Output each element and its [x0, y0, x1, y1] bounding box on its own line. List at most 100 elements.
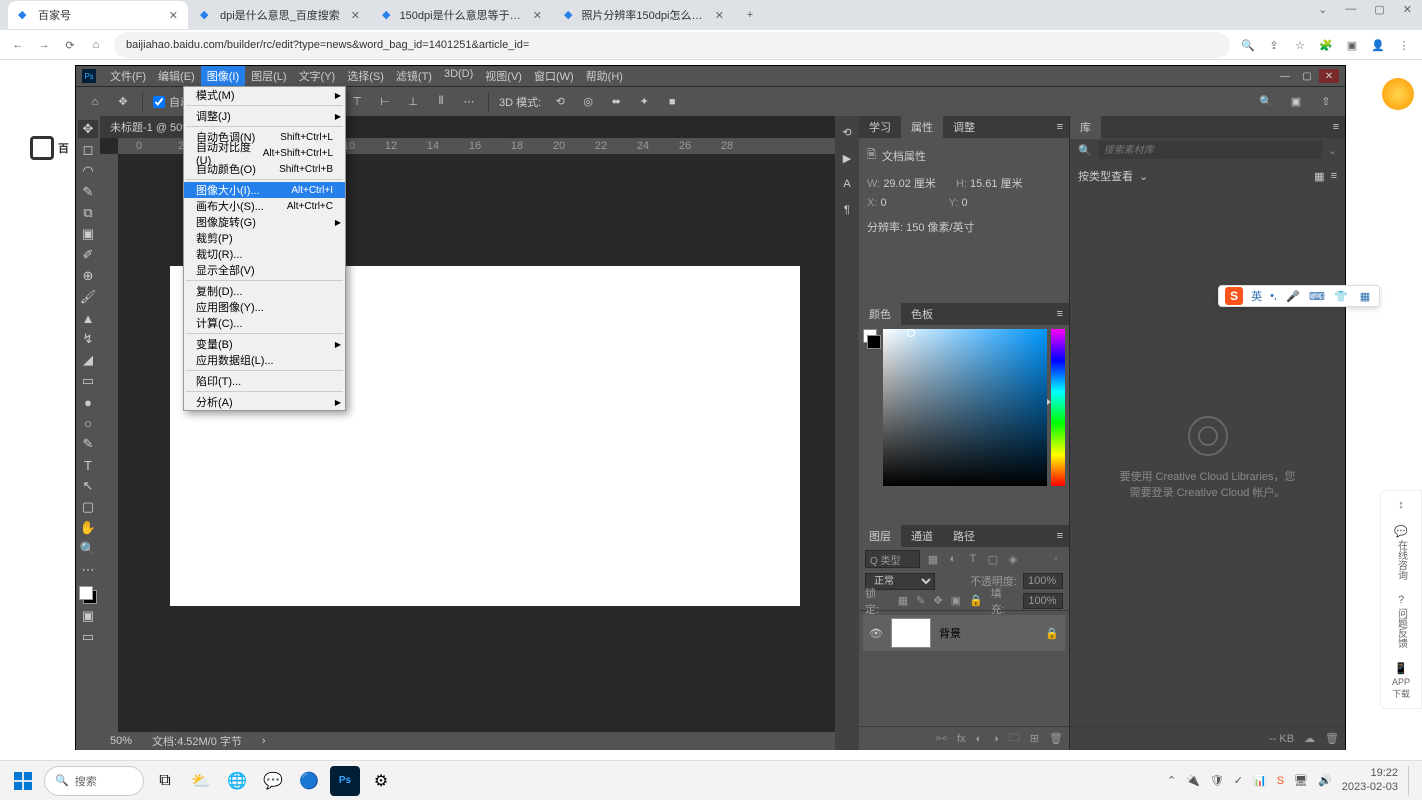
close-icon[interactable]: ✕ [715, 9, 724, 22]
tab-paths[interactable]: 路径 [943, 524, 985, 548]
3d-pan-icon[interactable]: ◎ [579, 93, 597, 111]
menu-icon[interactable]: ⋮ [1396, 37, 1412, 53]
chrome-app-icon[interactable]: 🌐 [222, 766, 252, 796]
shirt-icon[interactable]: 👕 [1333, 288, 1349, 304]
search-icon[interactable]: 🔍 [1240, 37, 1256, 53]
lock-brush-icon[interactable]: ✎ [916, 594, 925, 607]
browser-tab[interactable]: ◆ 照片分辨率150dpi怎么调-百度... ✕ [554, 1, 734, 29]
browser-tab[interactable]: ◆ 150dpi是什么意思等于多少像素 ✕ [372, 1, 552, 29]
sidepanel-icon[interactable]: ▣ [1344, 37, 1360, 53]
3d-scale-icon[interactable]: ✦ [635, 93, 653, 111]
forward-icon[interactable]: → [36, 37, 52, 53]
visibility-icon[interactable]: 👁 [869, 627, 883, 640]
tab-swatches[interactable]: 色板 [901, 302, 943, 326]
fx-icon[interactable]: fx [957, 733, 966, 745]
menu-9[interactable]: 窗口(W) [528, 66, 580, 86]
hand-tool[interactable]: ✋ [78, 519, 98, 537]
delete-icon[interactable]: 🗑 [1049, 732, 1063, 745]
ps-close-button[interactable]: ✕ [1319, 69, 1339, 83]
tray-clock[interactable]: 19:222023-02-03 [1342, 767, 1398, 793]
panel-menu-icon[interactable]: ≡ [1327, 121, 1345, 133]
menu-2[interactable]: 图像(I) [201, 66, 245, 86]
lock-icon[interactable]: 🔒 [1045, 627, 1059, 640]
list-view-icon[interactable]: ≡ [1331, 170, 1337, 182]
chrome-chevron-icon[interactable]: ⌄ [1318, 3, 1327, 16]
menu-item[interactable]: 计算(C)... [184, 315, 345, 331]
url-input[interactable]: baijiahao.baidu.com/builder/rc/edit?type… [114, 32, 1230, 58]
tab-channels[interactable]: 通道 [901, 524, 943, 548]
close-icon[interactable]: ✕ [1403, 3, 1412, 16]
star-icon[interactable]: ☆ [1292, 37, 1308, 53]
browser-app-icon[interactable]: 🔵 [294, 766, 324, 796]
feedback-button[interactable]: ?问题反馈 [1394, 594, 1409, 648]
lock-move-icon[interactable]: ✥ [933, 594, 942, 607]
panel-menu-icon[interactable]: ≡ [1051, 308, 1069, 320]
ime-toolbar[interactable]: S 英 •, 🎤 ⌨ 👕 ▦ [1218, 285, 1380, 307]
menu-8[interactable]: 视图(V) [479, 66, 528, 86]
ps-maximize-button[interactable]: ▢ [1297, 69, 1317, 83]
browser-tab-active[interactable]: ◆ 百家号 ✕ [8, 1, 188, 29]
tray-chart-icon[interactable]: 📊 [1253, 774, 1267, 787]
lock-trans-icon[interactable]: ▦ [898, 594, 908, 607]
menu-item[interactable]: 调整(J)▶ [184, 108, 345, 124]
menu-item[interactable]: 分析(A)▶ [184, 394, 345, 410]
filter-pixel-icon[interactable]: ▦ [926, 552, 940, 566]
valign-bot-icon[interactable]: ⊥ [404, 93, 422, 111]
frame-tool[interactable]: ▣ [78, 225, 98, 243]
close-icon[interactable]: ✕ [351, 9, 360, 22]
distribute-icon[interactable]: ⫴ [432, 93, 450, 111]
reload-icon[interactable]: ⟳ [62, 37, 78, 53]
menu-item[interactable]: 图像旋转(G)▶ [184, 214, 345, 230]
menu-4[interactable]: 文字(Y) [293, 66, 342, 86]
history-tool[interactable]: ↯ [78, 330, 98, 348]
tray-volume-icon[interactable]: 🔊 [1318, 774, 1332, 787]
eyedropper-tool[interactable]: ✐ [78, 246, 98, 264]
weather-app-icon[interactable]: ⛅ [186, 766, 216, 796]
menu-3[interactable]: 图层(L) [245, 66, 292, 86]
lock-nest-icon[interactable]: ▣ [951, 594, 961, 607]
filter-adjust-icon[interactable]: ◐ [946, 552, 960, 566]
filter-shape-icon[interactable]: ▢ [986, 552, 1000, 566]
grid-view-icon[interactable]: ▦ [1314, 170, 1324, 183]
menu-5[interactable]: 选择(S) [341, 66, 390, 86]
more-options-icon[interactable]: ⋯ [460, 93, 478, 111]
home-icon[interactable]: ⌂ [86, 93, 104, 111]
tray-sogou-icon[interactable]: S [1277, 775, 1284, 787]
3d-camera-icon[interactable]: ■ [663, 93, 681, 111]
link-layers-icon[interactable]: ⧟ [936, 732, 947, 745]
ps-minimize-button[interactable]: — [1275, 69, 1295, 83]
menu-item[interactable]: 模式(M)▶ [184, 87, 345, 103]
heal-tool[interactable]: ⊕ [78, 267, 98, 285]
filter-smart-icon[interactable]: ◈ [1006, 552, 1020, 566]
tab-properties[interactable]: 属性 [901, 115, 943, 139]
chevron-down-icon[interactable]: ⌄ [1139, 170, 1148, 183]
keyboard-icon[interactable]: ⌨ [1309, 288, 1325, 304]
back-icon[interactable]: ← [10, 37, 26, 53]
layer-row[interactable]: 👁 背景 🔒 [863, 615, 1065, 651]
close-icon[interactable]: ✕ [169, 9, 178, 22]
new-tab-button[interactable]: + [736, 1, 764, 29]
panel-menu-icon[interactable]: ≡ [1051, 530, 1069, 542]
play-icon[interactable]: ▶ [839, 150, 855, 166]
gradient-tool[interactable]: ▭ [78, 372, 98, 390]
app-download-button[interactable]: 📱APP下载 [1392, 662, 1410, 700]
home-icon[interactable]: ⌂ [88, 37, 104, 53]
menu-item[interactable]: 自动对比度(U)Alt+Shift+Ctrl+L [184, 145, 345, 161]
history-icon[interactable]: ⟲ [839, 124, 855, 140]
3d-slide-icon[interactable]: ⬌ [607, 93, 625, 111]
valign-top-icon[interactable]: ⊤ [348, 93, 366, 111]
tab-learn[interactable]: 学习 [859, 115, 901, 139]
color-swatch[interactable] [79, 586, 97, 604]
tab-adjust[interactable]: 调整 [943, 115, 985, 139]
tray-display-icon[interactable]: 🖥 [1294, 774, 1308, 787]
pen-tool[interactable]: ✎ [78, 435, 98, 453]
filter-type-icon[interactable]: T [966, 552, 980, 566]
menu-0[interactable]: 文件(F) [104, 66, 152, 86]
fill-layer-icon[interactable]: ◑ [992, 733, 999, 745]
profile-icon[interactable]: 👤 [1370, 37, 1386, 53]
shape-tool[interactable]: ▢ [78, 498, 98, 516]
char-icon[interactable]: A [839, 176, 855, 192]
tray-usb-icon[interactable]: 🔌 [1186, 774, 1200, 787]
para-icon[interactable]: ¶ [839, 202, 855, 218]
new-layer-icon[interactable]: ⊞ [1030, 732, 1039, 745]
